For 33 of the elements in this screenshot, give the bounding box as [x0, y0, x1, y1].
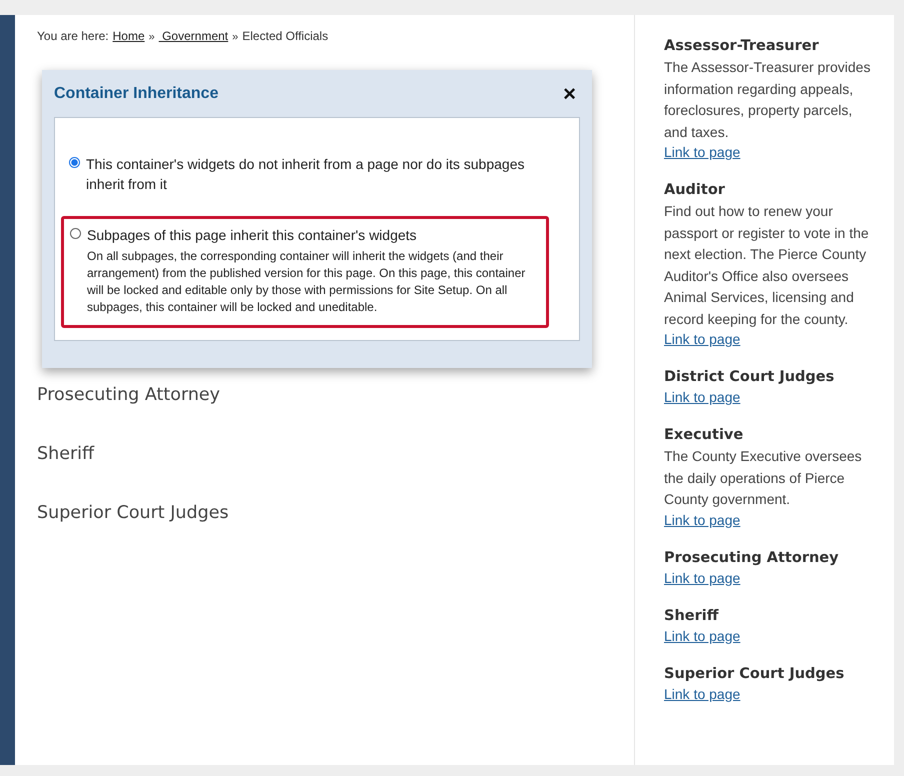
dialog-title: Container Inheritance	[54, 84, 218, 102]
section-title: Executive	[664, 426, 744, 445]
radio-button[interactable]	[70, 228, 81, 239]
breadcrumb-link[interactable]: Home	[112, 29, 145, 43]
page-link[interactable]: Link to page	[664, 330, 740, 349]
section-title: Auditor	[664, 181, 726, 200]
option-description: On all subpages, the corresponding container will inherit the widgets (and their arrangement) from the published version for this page. On this page, this container will be locked and editable only by those with permissions for Site Setup. On all subpages, this container will be locked and uneditable.	[87, 248, 526, 316]
page-link[interactable]: Link to page	[664, 626, 740, 646]
option-label: This container's widgets do not inherit from a page nor do its subpages inherit from it	[86, 155, 526, 194]
breadcrumb-link[interactable]: Government	[158, 29, 228, 43]
section-text: Find out how to renew your passport or register to vote in the next election. The Pierce County Auditor's Office also oversees Animal Services, licensing and record keeping for the county.	[664, 202, 870, 329]
option-label: Subpages of this page inherit this container's widgets	[87, 226, 418, 245]
section-title: Sheriff	[664, 606, 720, 626]
section-text: The County Executive oversees the daily operations of Pierce County government.	[664, 447, 863, 509]
page-link[interactable]: Link to page	[664, 388, 740, 407]
page-link[interactable]: Link to page	[664, 510, 740, 530]
section-title: Prosecuting Attorney	[664, 548, 840, 568]
page-link[interactable]: Link to page	[664, 684, 740, 704]
radio-button[interactable]	[69, 157, 80, 168]
breadcrumb-separator: »	[232, 31, 238, 43]
close-button[interactable]: ×	[559, 82, 580, 104]
breadcrumb-current: Elected Officials	[242, 29, 328, 43]
official-link[interactable]: Prosecuting Attorney	[37, 385, 634, 444]
section-text: The Assessor-Treasurer provides information regarding appeals, foreclosures, property parcels, and taxes.	[664, 58, 872, 142]
official-link[interactable]: Superior Court Judges	[37, 503, 634, 562]
section-title: Superior Court Judges	[664, 664, 846, 684]
breadcrumb-separator: »	[148, 31, 155, 43]
page-link[interactable]: Link to page	[664, 568, 740, 588]
section-title: Assessor-Treasurer	[664, 37, 820, 56]
section-title: District Court Judges	[664, 368, 836, 387]
page-link[interactable]: Link to page	[664, 143, 740, 162]
official-link[interactable]: Sheriff	[37, 444, 634, 503]
breadcrumb-label: You are here:	[37, 29, 109, 43]
